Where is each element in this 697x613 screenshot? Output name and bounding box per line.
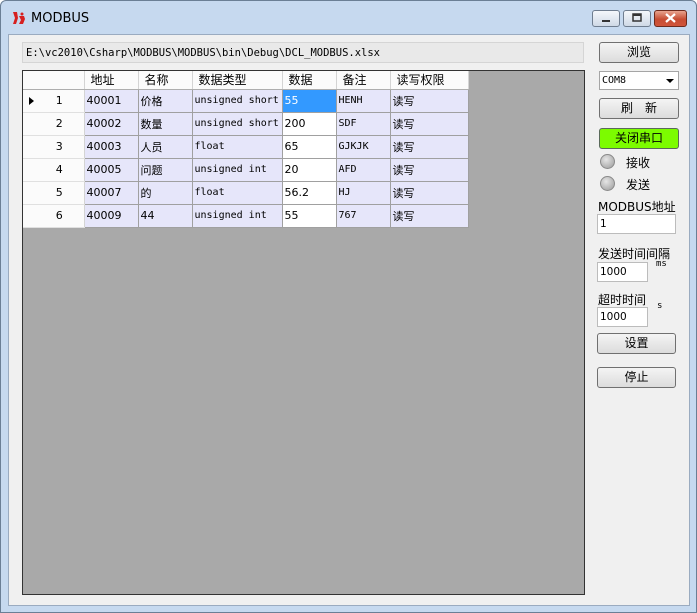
cell-data-type[interactable]: unsigned short (192, 89, 283, 113)
cell-name[interactable]: 数量 (138, 112, 193, 136)
close-icon (665, 13, 676, 23)
cell-data[interactable]: 65 (282, 135, 337, 159)
cell-rw[interactable]: 读写 (390, 158, 469, 182)
row-number: 5 (55, 186, 63, 199)
cell-address[interactable]: 40009 (84, 204, 139, 228)
cell-data-type[interactable]: float (192, 135, 283, 159)
row-number: 4 (55, 163, 63, 176)
cell-note[interactable]: HENH (336, 89, 391, 113)
receive-indicator-icon (600, 154, 615, 169)
cell-note[interactable]: HJ (336, 181, 391, 205)
modbus-address-input[interactable]: 1 (597, 214, 676, 234)
com-port-value: COM8 (602, 75, 627, 86)
table-header-row: 地址 名称 数据类型 数据 备注 读写权限 (23, 71, 469, 90)
row-number: 2 (55, 117, 63, 130)
cell-name[interactable]: 人员 (138, 135, 193, 159)
row-number: 3 (55, 140, 63, 153)
table-row[interactable]: 3 40003 人员 float 65 GJKJK 读写 (23, 135, 469, 159)
cell-address[interactable]: 40007 (84, 181, 139, 205)
row-header[interactable]: 4 (23, 158, 85, 182)
cell-address[interactable]: 40002 (84, 112, 139, 136)
send-interval-input[interactable]: 1000 (597, 262, 648, 282)
cell-rw[interactable]: 读写 (390, 135, 469, 159)
cell-data-type[interactable]: unsigned int (192, 158, 283, 182)
cell-name[interactable]: 44 (138, 204, 193, 228)
cell-data[interactable]: 56.2 (282, 181, 337, 205)
settings-button[interactable]: 设置 (597, 333, 676, 354)
cell-data[interactable]: 20 (282, 158, 337, 182)
cell-name[interactable]: 价格 (138, 89, 193, 113)
cell-data-type[interactable]: unsigned short (192, 112, 283, 136)
minimize-icon (602, 20, 610, 22)
cell-rw[interactable]: 读写 (390, 89, 469, 113)
table-row[interactable]: 2 40002 数量 unsigned short 200 SDF 读写 (23, 112, 469, 136)
column-header-name[interactable]: 名称 (138, 71, 193, 90)
row-header[interactable]: 3 (23, 135, 85, 159)
cell-name[interactable]: 的 (138, 181, 193, 205)
table-row[interactable]: 1 40001 价格 unsigned short 55 HENH 读写 (23, 89, 469, 113)
table-row[interactable]: 4 40005 问题 unsigned int 20 AFD 读写 (23, 158, 469, 182)
cell-data-type[interactable]: float (192, 181, 283, 205)
title-bar[interactable]: MODBUS (1, 1, 696, 35)
row-header[interactable]: 1 (23, 89, 85, 113)
cell-address[interactable]: 40003 (84, 135, 139, 159)
timeout-unit: s (657, 301, 663, 311)
cell-address[interactable]: 40005 (84, 158, 139, 182)
row-header[interactable]: 5 (23, 181, 85, 205)
maximize-icon (632, 13, 642, 22)
row-number: 1 (55, 94, 63, 107)
refresh-button[interactable]: 刷 新 (599, 98, 679, 119)
maximize-button[interactable] (623, 10, 651, 27)
main-panel: E:\vc2010\Csharp\MODBUS\MODBUS\bin\Debug… (8, 34, 690, 606)
window-title: MODBUS (31, 11, 90, 26)
data-grid[interactable]: 地址 名称 数据类型 数据 备注 读写权限 1 40001 价格 unsigne… (22, 70, 585, 595)
column-header-data[interactable]: 数据 (282, 71, 337, 90)
browse-button[interactable]: 浏览 (599, 42, 679, 63)
timeout-input[interactable]: 1000 (597, 307, 648, 327)
minimize-button[interactable] (592, 10, 620, 27)
column-header-data-type[interactable]: 数据类型 (192, 71, 283, 90)
row-header[interactable]: 2 (23, 112, 85, 136)
cell-rw[interactable]: 读写 (390, 112, 469, 136)
receive-label: 接收 (626, 156, 651, 170)
data-table: 地址 名称 数据类型 数据 备注 读写权限 1 40001 价格 unsigne… (23, 71, 469, 228)
cell-note[interactable]: GJKJK (336, 135, 391, 159)
close-button[interactable] (654, 10, 687, 27)
com-port-select[interactable]: COM8 (599, 71, 679, 90)
column-header-address[interactable]: 地址 (84, 71, 139, 90)
column-header-note[interactable]: 备注 (336, 71, 391, 90)
column-header-rw[interactable]: 读写权限 (390, 71, 469, 90)
timeout-label: 超时时间 (598, 293, 647, 307)
cell-note[interactable]: 767 (336, 204, 391, 228)
row-header-corner[interactable] (23, 71, 85, 90)
cell-address[interactable]: 40001 (84, 89, 139, 113)
cell-data[interactable]: 55 (282, 89, 337, 113)
current-row-arrow-icon (29, 96, 34, 105)
cell-rw[interactable]: 读写 (390, 204, 469, 228)
table-row[interactable]: 6 40009 44 unsigned int 55 767 读写 (23, 204, 469, 228)
close-port-button[interactable]: 关闭串口 (599, 128, 679, 149)
cell-name[interactable]: 问题 (138, 158, 193, 182)
cell-data[interactable]: 200 (282, 112, 337, 136)
send-indicator-icon (600, 176, 615, 191)
send-label: 发送 (626, 178, 651, 192)
chevron-down-icon (666, 79, 674, 83)
send-interval-unit: ms (656, 259, 667, 269)
stop-button[interactable]: 停止 (597, 367, 676, 388)
cell-rw[interactable]: 读写 (390, 181, 469, 205)
modbus-address-label: MODBUS地址 (598, 200, 676, 214)
cell-data-type[interactable]: unsigned int (192, 204, 283, 228)
app-window: MODBUS E:\vc2010\Csharp\MODBUS\MODBUS\bi… (0, 0, 697, 613)
cell-note[interactable]: AFD (336, 158, 391, 182)
modbus-app-icon (13, 12, 25, 24)
cell-data[interactable]: 55 (282, 204, 337, 228)
file-path-display: E:\vc2010\Csharp\MODBUS\MODBUS\bin\Debug… (22, 42, 584, 63)
row-header[interactable]: 6 (23, 204, 85, 228)
table-row[interactable]: 5 40007 的 float 56.2 HJ 读写 (23, 181, 469, 205)
cell-note[interactable]: SDF (336, 112, 391, 136)
row-number: 6 (55, 209, 63, 222)
